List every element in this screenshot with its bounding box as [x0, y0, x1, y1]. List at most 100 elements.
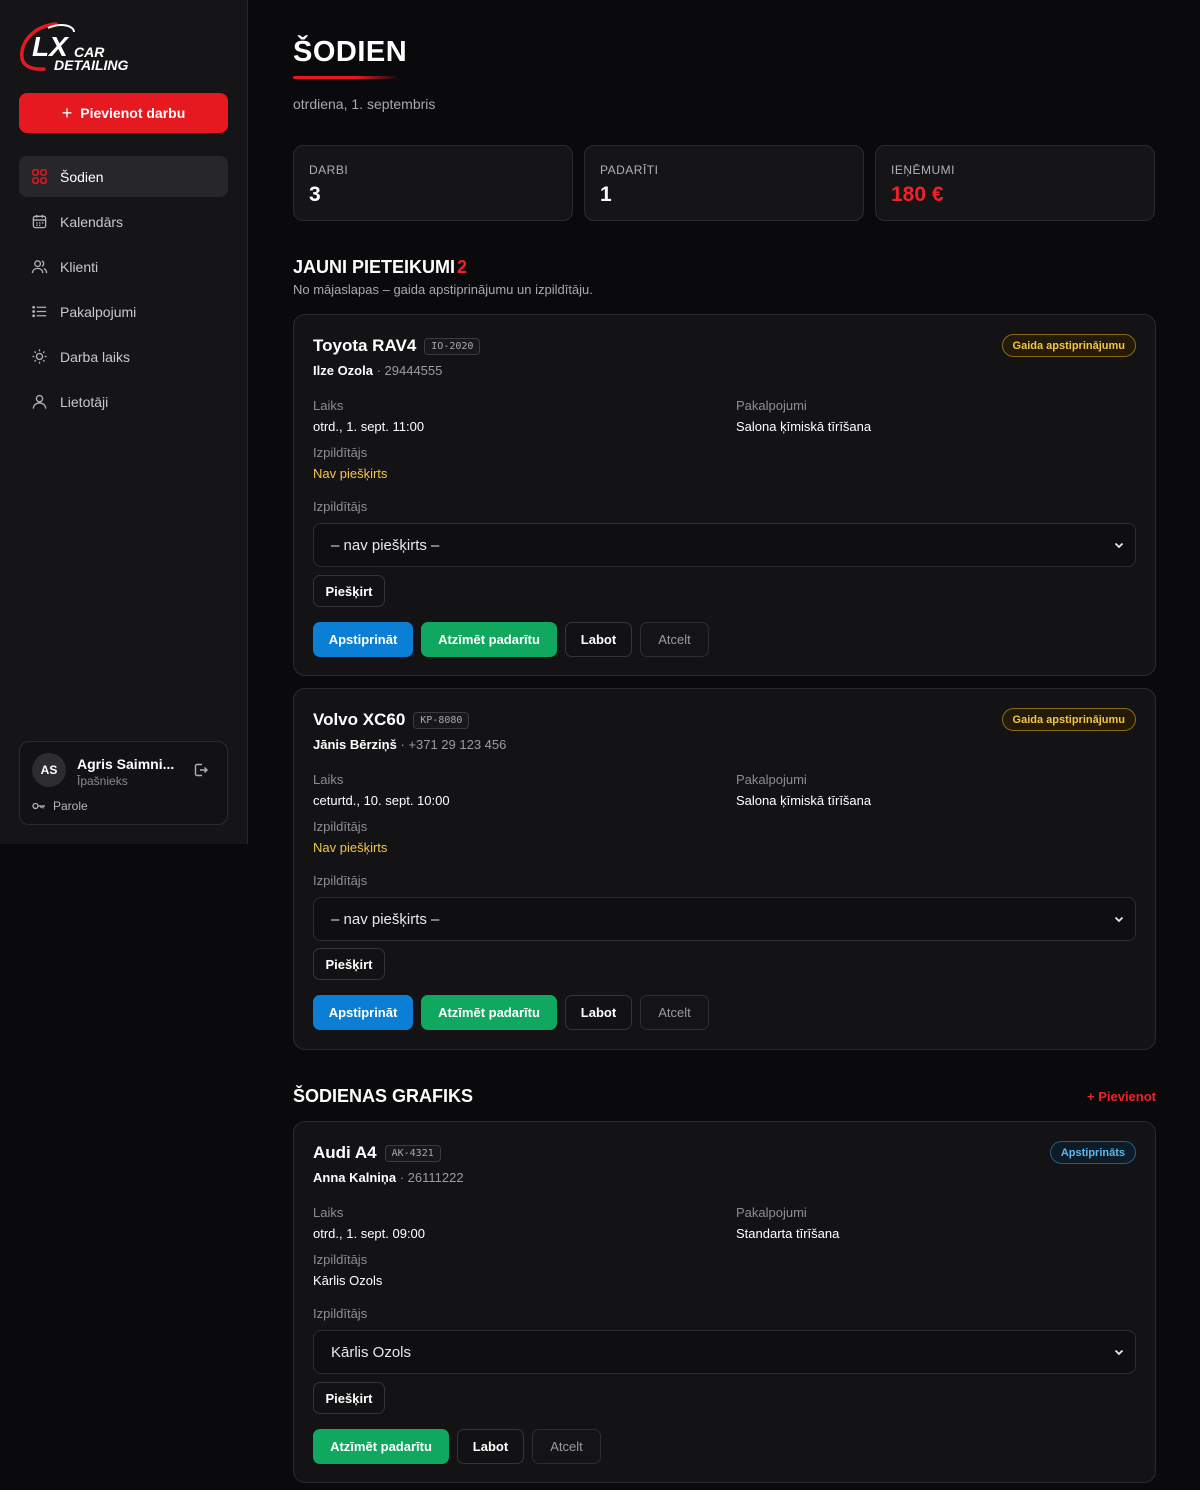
- car-name: Toyota RAV4: [313, 336, 417, 355]
- sidebar-item-clients[interactable]: Klienti: [19, 246, 228, 287]
- avatar: AS: [32, 753, 66, 787]
- client-name: Ilze Ozola: [313, 363, 373, 378]
- time-value: otrd., 1. sept. 11:00: [313, 419, 425, 434]
- sidebar-item-calendar[interactable]: Kalendārs: [19, 201, 228, 242]
- edit-button[interactable]: Labot: [565, 995, 632, 1030]
- confirm-button[interactable]: Apstiprināt: [313, 995, 413, 1030]
- job-card: Audi A4 AK-4321 Apstiprināts Anna Kalniņ…: [293, 1121, 1156, 1483]
- time-label: Laiks: [313, 1205, 344, 1220]
- mark-done-button[interactable]: Atzīmēt padarītu: [421, 622, 557, 657]
- chevron-down-icon: [1114, 542, 1124, 549]
- sidebar-item-today[interactable]: Šodien: [19, 156, 228, 197]
- logout-icon[interactable]: [193, 762, 209, 778]
- stat-value: 1: [600, 183, 612, 206]
- performer-label: Izpildītājs: [313, 445, 368, 460]
- performer-select[interactable]: – nav piešķirts –: [313, 897, 1136, 941]
- stat-label: IEŅĒMUMI: [891, 163, 955, 177]
- sidebar-item-label: Pakalpojumi: [60, 303, 137, 320]
- chevron-down-icon: [1114, 1349, 1124, 1356]
- new-requests-count: 2: [457, 257, 468, 277]
- assign-button[interactable]: Piešķirt: [313, 1382, 385, 1414]
- users-icon: [31, 260, 48, 274]
- sidebar-item-label: Klienti: [60, 258, 99, 275]
- title-underline: [293, 76, 399, 79]
- license-plate: IO-2020: [424, 337, 481, 355]
- new-requests-title: JAUNI PIETEIKUMI 2: [293, 257, 467, 278]
- performer-value: Nav piešķirts: [313, 840, 388, 855]
- sidebar-item-label: Darba laiks: [60, 348, 131, 365]
- client-name: Jānis Bērziņš: [313, 737, 397, 752]
- services-value: Salona ķīmiskā tīrīšana: [736, 419, 872, 434]
- cancel-button[interactable]: Atcelt: [640, 622, 709, 657]
- page-date: otrdiena, 1. septembris: [293, 96, 436, 112]
- client-name: Anna Kalniņa: [313, 1170, 397, 1185]
- mark-done-button[interactable]: Atzīmēt padarītu: [421, 995, 557, 1030]
- schedule-title: ŠODIENAS GRAFIKS: [293, 1086, 474, 1106]
- performer-label: Izpildītājs: [313, 819, 368, 834]
- performer-select-label: Izpildītājs: [313, 873, 368, 888]
- user-role: Īpašnieks: [77, 774, 128, 788]
- user-icon: [32, 394, 47, 409]
- stat-card-jobs: DARBI 3: [293, 145, 573, 221]
- services-label: Pakalpojumi: [736, 772, 807, 787]
- sidebar: LX CAR DETAILING + Pievienot darbu Šodie…: [0, 0, 248, 844]
- performer-select[interactable]: – nav piešķirts –: [313, 523, 1136, 567]
- section-title-text: JAUNI PIETEIKUMI: [293, 257, 456, 277]
- assign-button[interactable]: Piešķirt: [313, 575, 385, 607]
- sun-icon: [32, 349, 47, 364]
- key-icon: [32, 802, 45, 810]
- edit-button[interactable]: Labot: [457, 1429, 524, 1464]
- logo-text-detailing: DETAILING: [54, 57, 129, 73]
- stat-card-done: PADARĪTI 1: [584, 145, 864, 221]
- performer-select-label: Izpildītājs: [313, 499, 368, 514]
- page-title: ŠODIEN: [293, 36, 408, 68]
- list-icon: [32, 305, 47, 318]
- client-row: Ilze Ozola · 29444555: [313, 363, 443, 378]
- sidebar-item-users[interactable]: Lietotāji: [19, 381, 228, 422]
- select-value: – nav piešķirts –: [331, 910, 440, 928]
- services-label: Pakalpojumi: [736, 398, 807, 413]
- chevron-down-icon: [1114, 916, 1124, 923]
- car-name: Volvo XC60: [313, 710, 406, 729]
- services-value: Salona ķīmiskā tīrīšana: [736, 793, 872, 808]
- performer-label: Izpildītājs: [313, 1252, 368, 1267]
- stat-label: PADARĪTI: [600, 163, 659, 177]
- confirm-button[interactable]: Apstiprināt: [313, 622, 413, 657]
- client-phone: 29444555: [384, 363, 443, 378]
- assign-button[interactable]: Piešķirt: [313, 948, 385, 980]
- client-row: Anna Kalniņa · 26111222: [313, 1170, 464, 1185]
- performer-value: Nav piešķirts: [313, 466, 388, 481]
- car-row: Audi A4 AK-4321: [313, 1143, 441, 1163]
- client-row: Jānis Bērziņš · +371 29 123 456: [313, 737, 507, 752]
- time-label: Laiks: [313, 772, 344, 787]
- time-label: Laiks: [313, 398, 344, 413]
- client-phone: +371 29 123 456: [408, 737, 507, 752]
- job-card: Toyota RAV4 IO-2020 Gaida apstiprinājumu…: [293, 314, 1156, 676]
- time-value: ceturtd., 10. sept. 10:00: [313, 793, 450, 808]
- stat-card-revenue: IEŅĒMUMI 180 €: [875, 145, 1155, 221]
- services-label: Pakalpojumi: [736, 1205, 807, 1220]
- password-label: Parole: [53, 799, 88, 813]
- add-job-button[interactable]: + Pievienot darbu: [19, 93, 228, 133]
- password-link[interactable]: Parole: [32, 799, 88, 813]
- client-phone: 26111222: [407, 1170, 464, 1185]
- cancel-button[interactable]: Atcelt: [532, 1429, 601, 1464]
- performer-value: Kārlis Ozols: [313, 1273, 383, 1288]
- mark-done-button[interactable]: Atzīmēt padarītu: [313, 1429, 449, 1464]
- user-name: Agris Saimni...: [77, 756, 175, 772]
- sidebar-item-services[interactable]: Pakalpojumi: [19, 291, 228, 332]
- sidebar-item-working-hours[interactable]: Darba laiks: [19, 336, 228, 377]
- sidebar-item-label: Šodien: [60, 168, 104, 185]
- car-row: Toyota RAV4 IO-2020: [313, 336, 481, 356]
- status-badge: Gaida apstiprinājumu: [1001, 334, 1136, 357]
- add-schedule-link[interactable]: + Pievienot: [1087, 1089, 1156, 1104]
- stat-value: 3: [309, 183, 321, 206]
- plus-icon: +: [61, 103, 73, 123]
- performer-select[interactable]: Kārlis Ozols: [313, 1330, 1136, 1374]
- cancel-button[interactable]: Atcelt: [640, 995, 709, 1030]
- sidebar-item-label: Kalendārs: [60, 213, 124, 230]
- car-row: Volvo XC60 KP-8080: [313, 710, 470, 730]
- edit-button[interactable]: Labot: [565, 622, 632, 657]
- stat-label: DARBI: [309, 163, 349, 177]
- brand-logo[interactable]: LX CAR DETAILING: [18, 20, 158, 76]
